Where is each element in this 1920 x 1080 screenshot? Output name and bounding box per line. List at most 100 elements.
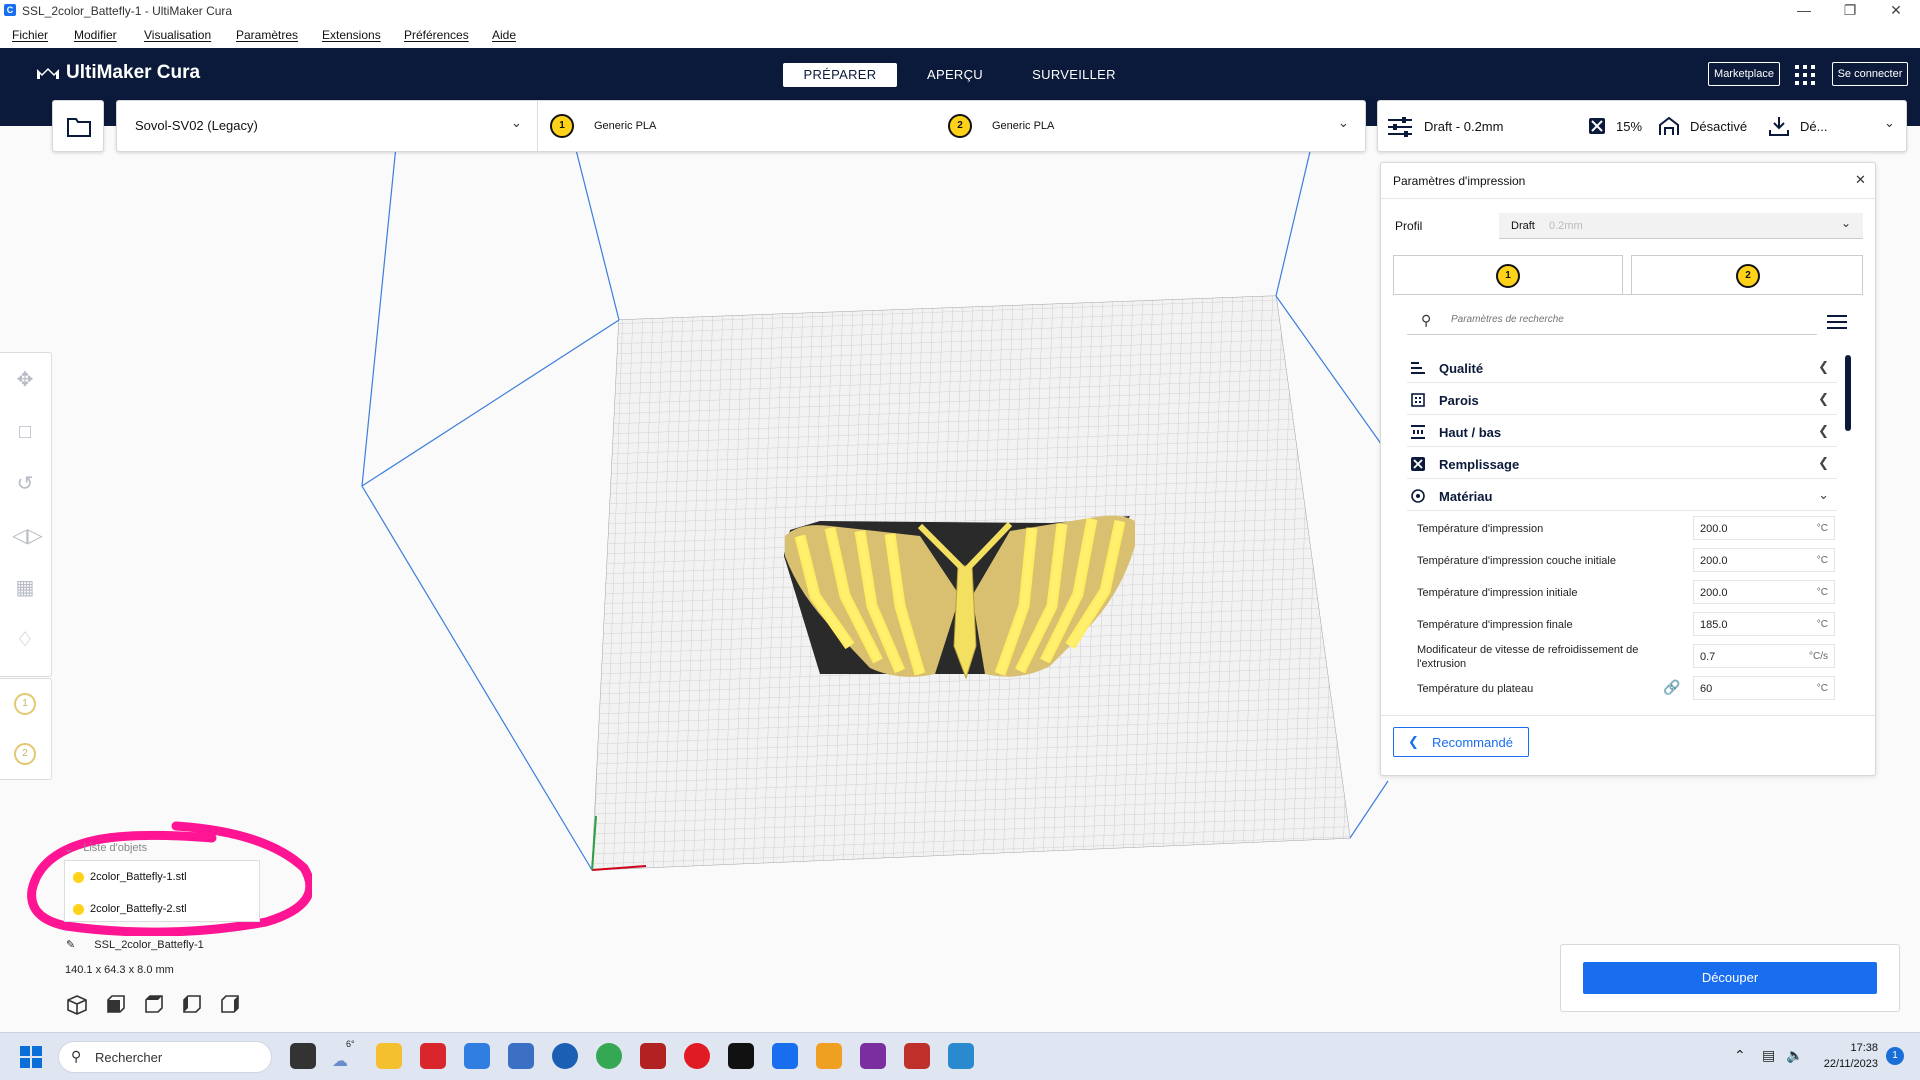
- category-quality[interactable]: Qualité ❮: [1407, 353, 1837, 383]
- mirror-tool-icon[interactable]: ◁▷: [12, 523, 43, 549]
- menu-file[interactable]: Fichier: [12, 28, 48, 42]
- chrome-icon[interactable]: [596, 1043, 622, 1069]
- notification-badge[interactable]: 1: [1886, 1047, 1904, 1065]
- snipping-tool-icon[interactable]: [464, 1043, 490, 1069]
- app-icon[interactable]: [860, 1043, 886, 1069]
- opera-icon[interactable]: [684, 1043, 710, 1069]
- open-file-button[interactable]: [52, 100, 104, 152]
- tab-extruder-2[interactable]: 2: [1631, 255, 1863, 295]
- menu-settings[interactable]: Paramètres: [236, 28, 298, 42]
- cura-taskbar-icon[interactable]: [772, 1043, 798, 1069]
- recommended-mode-button[interactable]: ❮ Recommandé: [1393, 727, 1529, 757]
- ultimaker-logo-icon: [37, 68, 59, 79]
- close-icon[interactable]: ✕: [1855, 172, 1866, 188]
- printer-selector[interactable]: Sovol-SV02 (Legacy) ⌄: [117, 101, 537, 151]
- profile-name: Draft: [1511, 220, 1535, 232]
- setting-value-field[interactable]: 60 °C: [1693, 676, 1835, 700]
- move-tool-icon[interactable]: ✥: [12, 367, 38, 393]
- app-icon[interactable]: [904, 1043, 930, 1069]
- chevron-up-icon[interactable]: ⌃: [1734, 1047, 1746, 1064]
- tab-preview[interactable]: APERÇU: [900, 63, 1010, 87]
- search-input[interactable]: [1451, 314, 1801, 325]
- link-icon[interactable]: 🔗: [1663, 679, 1680, 696]
- taskbar-search-label: Rechercher: [95, 1050, 163, 1065]
- scale-tool-icon[interactable]: □: [12, 419, 38, 445]
- extruder-1-badge: 1: [550, 114, 574, 138]
- close-window-icon[interactable]: ✕: [1876, 2, 1916, 19]
- menu-view[interactable]: Visualisation: [144, 28, 211, 42]
- category-walls[interactable]: Parois ❮: [1407, 385, 1837, 415]
- menu-preferences[interactable]: Préférences: [404, 28, 469, 42]
- setting-value-field[interactable]: 200.0 °C: [1693, 516, 1835, 540]
- setting-value-field[interactable]: 200.0 °C: [1693, 548, 1835, 572]
- extruder-2-select-icon[interactable]: 2: [14, 743, 36, 765]
- support-blocker-icon[interactable]: ♢: [12, 627, 38, 653]
- print-setup-bar[interactable]: Draft - 0.2mm 15% Désactivé Dé... ⌄: [1377, 100, 1907, 152]
- setting-label: Température d'impression initiale: [1417, 587, 1578, 599]
- volume-icon[interactable]: 🔈: [1786, 1047, 1803, 1064]
- project-name-row[interactable]: ✎ SSL_2color_Battefly-1: [66, 938, 204, 951]
- setting-label: Température du plateau: [1417, 683, 1534, 695]
- menu-extensions[interactable]: Extensions: [322, 28, 381, 42]
- setting-value-field[interactable]: 185.0 °C: [1693, 612, 1835, 636]
- taskbar-search[interactable]: ⚲ Rechercher: [58, 1041, 272, 1073]
- weather-widget[interactable]: ☁ 6°: [332, 1039, 362, 1073]
- app-icon[interactable]: [816, 1043, 842, 1069]
- extruder-1-select-icon[interactable]: 1: [14, 693, 36, 715]
- app-icon[interactable]: [420, 1043, 446, 1069]
- chevron-left-icon: ❮: [1818, 455, 1829, 470]
- category-material[interactable]: Matériau ⌄: [1407, 481, 1837, 511]
- tab-extruder-1[interactable]: 1: [1393, 255, 1623, 295]
- profile-dropdown[interactable]: Draft 0.2mm ⌄: [1499, 213, 1863, 239]
- setting-initial-temperature: Température d'impression initiale 200.0 °…: [1415, 577, 1835, 607]
- top-view-icon[interactable]: [142, 994, 164, 1016]
- network-icon[interactable]: ▤: [1762, 1047, 1775, 1064]
- menu-bar: Fichier Modifier Visualisation Paramètre…: [0, 22, 1920, 48]
- slice-panel: Découper: [1560, 944, 1900, 1012]
- category-infill[interactable]: Remplissage ❮: [1407, 449, 1837, 479]
- task-view-icon[interactable]: [290, 1043, 316, 1069]
- settings-visibility-menu-icon[interactable]: [1827, 313, 1847, 331]
- rotate-tool-icon[interactable]: ↺: [12, 471, 38, 497]
- tab-prepare[interactable]: PRÉPARER: [783, 63, 897, 87]
- right-view-icon[interactable]: [218, 994, 240, 1016]
- chevron-left-icon: ❮: [1818, 391, 1829, 406]
- settings-scrollbar[interactable]: [1845, 355, 1851, 755]
- camera-view-buttons: [66, 994, 240, 1016]
- browser-icon[interactable]: [552, 1043, 578, 1069]
- per-model-settings-icon[interactable]: ▦: [12, 575, 38, 601]
- slice-button[interactable]: Découper: [1583, 962, 1877, 994]
- file-explorer-icon[interactable]: [376, 1043, 402, 1069]
- object-list-header[interactable]: ⌄ Liste d'objets: [64, 842, 147, 855]
- menu-help[interactable]: Aide: [492, 28, 516, 42]
- settings-search[interactable]: ⚲: [1407, 309, 1817, 335]
- extruder-1-material: Generic PLA: [594, 120, 657, 132]
- category-top-bottom[interactable]: Haut / bas ❮: [1407, 417, 1837, 447]
- sign-in-button[interactable]: Se connecter: [1832, 62, 1908, 86]
- object-list: 2color_Battefly-1.stl 2color_Battefly-2.…: [64, 860, 260, 922]
- left-view-icon[interactable]: [180, 994, 202, 1016]
- clock[interactable]: 17:38 22/11/2023: [1814, 1040, 1878, 1072]
- marketplace-button[interactable]: Marketplace: [1708, 62, 1780, 86]
- minimize-icon[interactable]: —: [1784, 2, 1824, 18]
- notepad-icon[interactable]: [948, 1043, 974, 1069]
- extruder-color-dot: [73, 871, 84, 883]
- list-item[interactable]: 2color_Battefly-2.stl: [73, 903, 187, 915]
- 3d-view-icon[interactable]: [66, 994, 88, 1016]
- app-icon[interactable]: [508, 1043, 534, 1069]
- app-icon[interactable]: [640, 1043, 666, 1069]
- applications-grid-icon[interactable]: [1794, 64, 1816, 86]
- setting-value-field[interactable]: 200.0 °C: [1693, 580, 1835, 604]
- windows-start-icon[interactable]: [20, 1046, 42, 1068]
- app-icon[interactable]: [728, 1043, 754, 1069]
- menu-edit[interactable]: Modifier: [74, 28, 117, 42]
- restore-icon[interactable]: ❐: [1830, 2, 1870, 19]
- tab-monitor[interactable]: SURVEILLER: [1016, 63, 1132, 87]
- setting-label: Température d'impression: [1417, 523, 1544, 535]
- material-selector[interactable]: 1 Generic PLA 2 Generic PLA ⌄: [538, 101, 1358, 151]
- setting-value-field[interactable]: 0.7 °C/s: [1693, 644, 1835, 668]
- setting-label: Température d'impression finale: [1417, 619, 1573, 631]
- front-view-icon[interactable]: [104, 994, 126, 1016]
- list-item[interactable]: 2color_Battefly-1.stl: [73, 871, 187, 883]
- panel-title: Paramètres d'impression: [1393, 174, 1526, 188]
